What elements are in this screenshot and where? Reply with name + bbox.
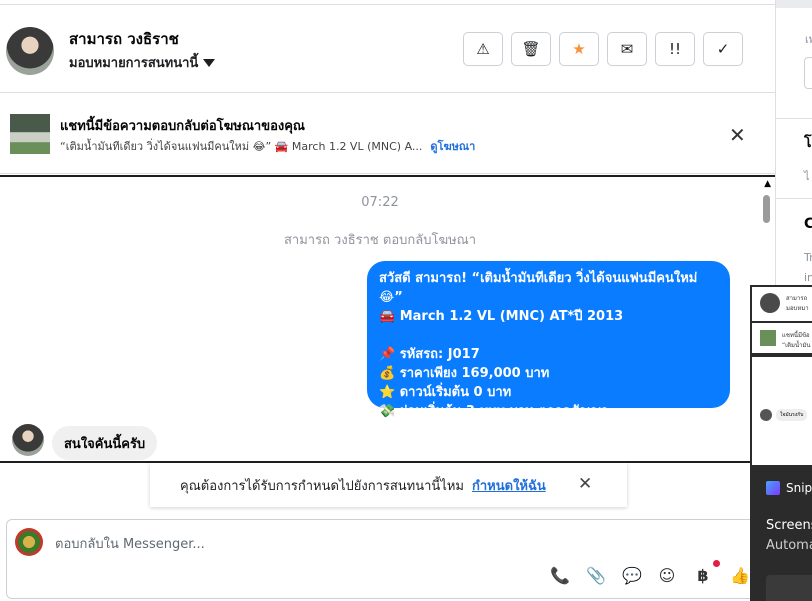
envelope-open-icon: ✉ xyxy=(620,40,634,58)
conversation-actions: ⚠ 🗑 ★ ✉ !! ✓ xyxy=(463,32,743,66)
ad-preview-text: “เติมน้ำมันทีเดียว วิ่งได้จนแฟนมีคนใหม่ … xyxy=(60,140,423,153)
popup-button[interactable] xyxy=(766,575,812,601)
ad-thumbnail xyxy=(10,114,50,154)
message-line: สวัสดี สามารถ! “เติมน้ำมันทีเดียว วิ่งได… xyxy=(379,271,698,305)
ad-banner-title: แชทนี้มีข้อความตอบกลับต่อโฆษณาของคุณ xyxy=(60,119,305,134)
popup-ad-text: แชทนี้มีข้อ “เติมน้ำมัน xyxy=(782,330,811,350)
side-panel-heading: C xyxy=(804,216,812,232)
side-panel-text: Tr in xyxy=(804,248,812,288)
ad-reply-note: สามารถ วงธิราช ตอบกลับโฆษณา xyxy=(283,233,477,248)
warning-icon: ⚠ xyxy=(476,40,490,58)
side-panel-text: เพ xyxy=(805,33,812,46)
popup-avatar xyxy=(760,293,780,313)
composer-toolbar: 📞 📎 💬 ☺ ฿ 👍 xyxy=(550,560,750,585)
side-panel-text: ไ xyxy=(804,170,810,183)
message-line: 💰 ราคาเพียง 169,000 บาท xyxy=(379,366,550,381)
popup-bubble: ใจมันรงกับ xyxy=(776,409,808,421)
incoming-message-bubble[interactable]: สนใจคันนี้ครับ xyxy=(52,426,158,460)
scroll-up-arrow-icon[interactable]: ▲ xyxy=(764,179,771,189)
star-icon: ★ xyxy=(572,40,586,58)
divider xyxy=(776,198,812,199)
snipping-tool-popup[interactable]: สามารถ มอบหมา แชทนี้มีข้อ “เติมน้ำมัน ใจ… xyxy=(750,285,812,601)
popup-ad-line: “เติมน้ำมัน xyxy=(782,342,811,349)
sender-avatar xyxy=(12,424,44,456)
payment-button[interactable]: ฿ xyxy=(694,560,720,585)
popup-subtitle: Automa xyxy=(766,538,812,553)
side-panel-top-strip xyxy=(776,0,812,8)
conversation-header: สามารถ วงธิราช มอบหมายการสนทนานี้ ⚠ 🗑 ★ … xyxy=(0,5,775,93)
check-icon: ✓ xyxy=(716,40,730,58)
ad-reply-banner: แชทนี้มีข้อความตอบกลับต่อโฆษณาของคุณ “เต… xyxy=(0,94,775,174)
assign-dropdown[interactable]: มอบหมายการสนทนานี้ xyxy=(69,52,216,73)
messenger-inbox-screen: สามารถ วงธิราช มอบหมายการสนทนานี้ ⚠ 🗑 ★ … xyxy=(0,0,812,601)
ad-banner-subtitle: “เติมน้ำมันทีเดียว วิ่งได้จนแฟนมีคนใหม่ … xyxy=(60,137,475,155)
view-ad-link[interactable]: ดูโฆษณา xyxy=(430,140,475,153)
conversation-pane: สามารถ วงธิราช มอบหมายการสนทนานี้ ⚠ 🗑 ★ … xyxy=(0,0,777,601)
trash-icon: 🗑 xyxy=(521,40,541,58)
popup-preview-thread: ใจมันรงกับ xyxy=(752,357,812,465)
side-panel-heading: โ xyxy=(804,135,812,151)
contact-name[interactable]: สามารถ วงธิราช xyxy=(69,27,179,51)
emoji-icon[interactable]: ☺ xyxy=(658,566,676,585)
popup-name-line: สามารถ xyxy=(786,295,808,302)
side-panel-input[interactable] xyxy=(804,57,812,89)
call-icon[interactable]: 📞 xyxy=(550,566,570,585)
popup-name-line: มอบหมา xyxy=(786,305,809,312)
delete-button[interactable]: 🗑 xyxy=(511,32,551,66)
assign-to-me-link[interactable]: กำหนดให้ฉัน xyxy=(472,475,546,496)
close-icon[interactable]: ✕ xyxy=(729,123,746,147)
popup-preview-ad: แชทนี้มีข้อ “เติมน้ำมัน xyxy=(752,323,812,353)
message-line: ⭐ ดาวน์เริ่มต้น 0 บาท xyxy=(379,385,512,400)
like-icon[interactable]: 👍 xyxy=(730,566,750,585)
assign-label: มอบหมายการสนทนานี้ xyxy=(69,56,199,71)
message-timestamp: 07:22 xyxy=(361,195,399,210)
outgoing-message-bubble[interactable]: สวัสดี สามารถ! “เติมน้ำมันทีเดียว วิ่งได… xyxy=(367,261,730,419)
popup-title: Screens xyxy=(766,518,812,533)
baht-icon: ฿ xyxy=(697,566,709,585)
star-button[interactable]: ★ xyxy=(559,32,599,66)
message-line: 📌 รหัสรถ: J017 xyxy=(379,347,480,362)
message-line: 💸 ผ่อนเริ่มต้น 3,xxx บาท ตลอดสัญญา xyxy=(379,404,609,419)
assign-prompt-text: คุณต้องการได้รับการกำหนดไปยังการสนทนานี้… xyxy=(180,478,464,494)
notification-dot xyxy=(713,560,720,567)
snipping-tool-icon xyxy=(766,481,780,495)
message-thread[interactable]: ▲ 07:22 สามารถ วงธิราช ตอบกลับโฆษณา สวัส… xyxy=(0,175,775,463)
message-line: 🚘 March 1.2 VL (MNC) AT*ปี 2013 xyxy=(379,309,624,324)
message-line xyxy=(379,326,718,345)
contact-avatar[interactable] xyxy=(6,27,54,75)
saved-replies-icon[interactable]: 💬 xyxy=(622,566,642,585)
assign-prompt: คุณต้องการได้รับการกำหนดไปยังการสนทนานี้… xyxy=(150,463,627,507)
mark-done-button[interactable]: ✓ xyxy=(703,32,743,66)
page-avatar xyxy=(15,528,43,556)
reply-input[interactable] xyxy=(55,532,555,556)
caret-down-icon xyxy=(203,58,216,67)
popup-preview-name: สามารถ มอบหมา xyxy=(786,293,809,313)
scroll-thumb[interactable] xyxy=(763,195,770,223)
follow-up-button[interactable]: !! xyxy=(655,32,695,66)
double-exclamation-icon: !! xyxy=(668,40,682,58)
divider xyxy=(776,118,812,119)
mark-unread-button[interactable]: ✉ xyxy=(607,32,647,66)
popup-preview-header: สามารถ มอบหมา xyxy=(752,287,812,321)
snipping-tool-label: Snip xyxy=(766,481,812,495)
spam-button[interactable]: ⚠ xyxy=(463,32,503,66)
popup-sender-avatar xyxy=(760,409,772,421)
popup-ad-line: แชทนี้มีข้อ xyxy=(782,332,810,339)
attach-icon[interactable]: 📎 xyxy=(586,566,606,585)
message-composer: 📞 📎 💬 ☺ ฿ 👍 xyxy=(6,519,777,599)
popup-ad-thumbnail xyxy=(760,330,776,346)
snip-label: Snip xyxy=(786,481,812,495)
close-icon[interactable]: ✕ xyxy=(578,474,592,494)
side-panel-line: Tr xyxy=(804,251,812,264)
